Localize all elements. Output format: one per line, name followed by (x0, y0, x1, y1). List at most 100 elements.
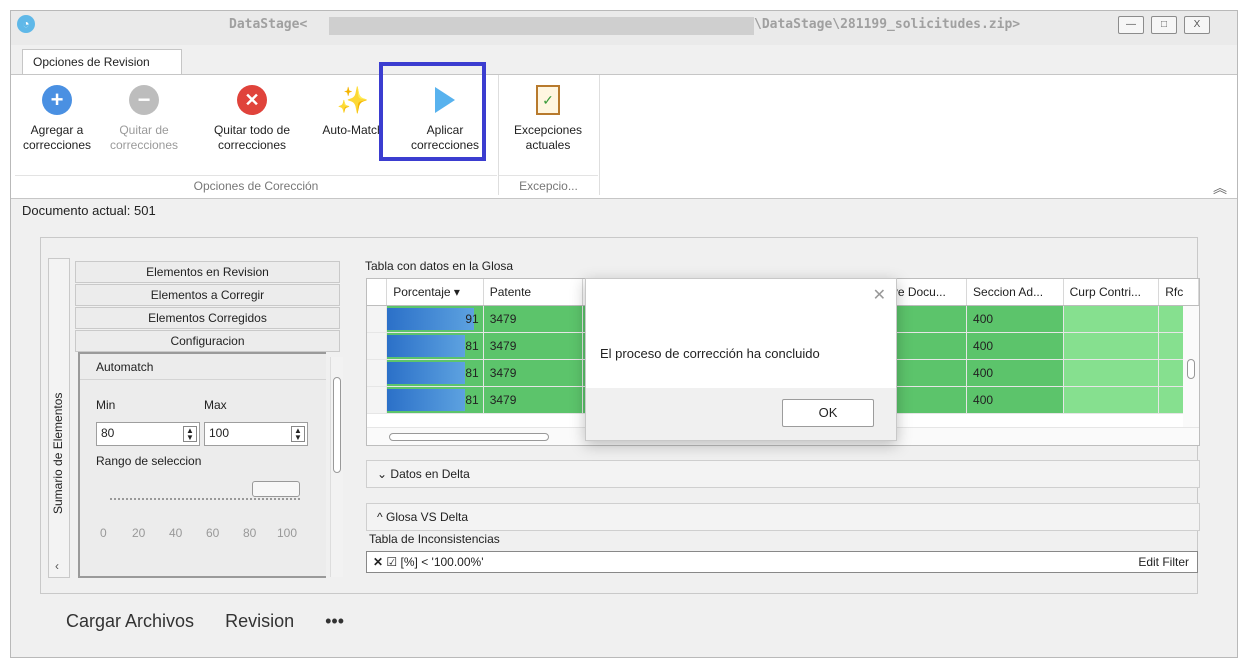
group-label-correction: Opciones de Corección (15, 175, 497, 195)
column-header-patente[interactable]: Patente (483, 279, 583, 306)
min-label: Min (96, 398, 116, 412)
scroll-thumb[interactable] (1187, 359, 1195, 379)
grid-caption: Tabla con datos en la Glosa (365, 259, 514, 273)
filter-bar[interactable]: ✕ ☑ [%] < '100.00%' Edit Filter (366, 551, 1198, 573)
add-to-corrections-button[interactable]: + Agregar a correcciones (17, 83, 97, 153)
section-datos-delta[interactable]: ⌄ Datos en Delta (366, 460, 1200, 488)
row-indicator[interactable] (367, 305, 388, 333)
seccion-cell[interactable]: 400 (966, 332, 1064, 360)
min-spinner[interactable]: 80 ▲ ▼ (96, 422, 200, 446)
maximize-button[interactable]: □ (1151, 16, 1177, 34)
automatch-header[interactable]: Automatch (80, 354, 326, 380)
chevron-left-icon[interactable]: ‹ (55, 559, 59, 573)
ribbon: + Agregar a correcciones − Quitar de cor… (11, 74, 1237, 199)
tick-label: 80 (243, 526, 257, 540)
remove-all-corrections-button[interactable]: ✕ Quitar todo de correcciones (197, 83, 307, 153)
section-glosa-vs-delta[interactable]: ^ Glosa VS Delta (366, 503, 1200, 531)
section-datos-delta-label: Datos en Delta (390, 467, 470, 481)
close-window-button[interactable]: X (1184, 16, 1210, 34)
seccion-cell[interactable]: 400 (966, 386, 1064, 414)
scroll-thumb[interactable] (333, 377, 341, 473)
config-panel: Automatch Min Max 80 ▲ ▼ 100 ▲ ▼ Rango de … (78, 352, 326, 578)
curp-cell[interactable] (1063, 332, 1160, 360)
collapse-ribbon-icon[interactable]: ︽ (1213, 178, 1227, 198)
close-icon[interactable]: ✕ (873, 285, 886, 305)
vertical-tab-label: Sumario de Elementos (51, 392, 65, 514)
minus-icon: − (129, 85, 159, 115)
nav-revision[interactable]: Revision (225, 611, 294, 631)
nav-more-icon[interactable]: ••• (325, 611, 344, 631)
percent-bar (387, 334, 465, 357)
clipboard-check-icon: ✓ (536, 85, 560, 115)
plus-icon: + (42, 85, 72, 115)
window-title-prefix: DataStage< (229, 17, 308, 32)
edit-filter-button[interactable]: Edit Filter (1138, 555, 1189, 569)
seccion-cell[interactable]: 400 (966, 305, 1064, 333)
curp-cell[interactable] (1063, 305, 1160, 333)
percent-value: 81 (465, 338, 479, 353)
apply-button-highlight (379, 62, 486, 161)
row-indicator-header (367, 279, 388, 306)
current-document-label: Documento actual: 501 (22, 203, 156, 218)
spin-arrows-icon[interactable]: ▲ ▼ (183, 426, 197, 442)
sidebar-item-configuracion[interactable]: Configuracion (75, 330, 340, 352)
sidebar-item-a-corregir[interactable]: Elementos a Corregir (75, 284, 340, 306)
grid-vertical-scrollbar[interactable] (1183, 306, 1199, 445)
completion-dialog: ✕ El proceso de corrección ha concluido … (585, 278, 897, 441)
nav-cargar-archivos[interactable]: Cargar Archivos (66, 611, 194, 631)
percent-bar (387, 388, 465, 411)
patente-cell[interactable]: 3479 (483, 359, 583, 387)
percent-value: 81 (465, 365, 479, 380)
dialog-message: El proceso de corrección ha concluido (600, 346, 820, 361)
current-exceptions-button[interactable]: ✓ Excepciones actuales (503, 83, 593, 153)
curp-cell[interactable] (1063, 386, 1160, 414)
tick-label: 100 (277, 526, 298, 540)
percent-cell[interactable]: 81 (386, 359, 484, 387)
row-indicator[interactable] (367, 359, 388, 387)
percent-bar (387, 361, 465, 384)
percent-cell[interactable]: 81 (386, 332, 484, 360)
seccion-cell[interactable]: 400 (966, 359, 1064, 387)
remove-all-corrections-label: Quitar todo de correcciones (213, 123, 291, 152)
max-spinner[interactable]: 100 ▲ ▼ (204, 422, 308, 446)
percent-cell[interactable]: 81 (386, 386, 484, 414)
column-header-curp[interactable]: Curp Contri... (1063, 279, 1160, 306)
column-header-porcentaje[interactable]: Porcentaje ▾ (386, 279, 484, 306)
patente-cell[interactable]: 3479 (483, 386, 583, 414)
minimize-button[interactable]: — (1118, 16, 1144, 34)
remove-from-corrections-button[interactable]: − Quitar de correcciones (109, 83, 179, 153)
filter-enabled-checkbox-icon[interactable]: ☑ (386, 555, 397, 569)
range-slider-selection[interactable] (252, 481, 300, 497)
section-glosa-vs-delta-label: Glosa VS Delta (385, 510, 469, 524)
vertical-tab-summary[interactable]: Sumario de Elementos ‹ (48, 258, 70, 578)
ok-button[interactable]: OK (782, 399, 874, 427)
clear-filter-icon[interactable]: ✕ (373, 555, 383, 569)
bottom-navigation: Cargar Archivos Revision ••• (66, 611, 370, 632)
curp-cell[interactable] (1063, 359, 1160, 387)
tick-label: 0 (100, 526, 107, 540)
max-value: 100 (209, 426, 230, 440)
filter-expression: [%] < '100.00%' (400, 555, 484, 569)
group-label-exceptions: Excepcio... (499, 175, 598, 195)
window-title-suffix: \DataStage\281199_solicitudes.zip> (754, 17, 1021, 32)
spin-arrows-icon[interactable]: ▲ ▼ (291, 426, 305, 442)
row-indicator[interactable] (367, 332, 388, 360)
patente-cell[interactable]: 3479 (483, 305, 583, 333)
range-slider-track[interactable] (110, 498, 300, 500)
close-icon: ✕ (237, 85, 267, 115)
scroll-thumb[interactable] (389, 433, 549, 441)
chevron-up-icon: ^ (377, 510, 383, 524)
column-header-rfc[interactable]: Rfc (1158, 279, 1199, 306)
percent-cell[interactable]: 91 (386, 305, 484, 333)
sidebar-item-corregidos[interactable]: Elementos Corregidos (75, 307, 340, 329)
min-value: 80 (101, 426, 115, 440)
percent-bar (387, 307, 475, 330)
patente-cell[interactable]: 3479 (483, 332, 583, 360)
sort-desc-icon: ▾ (453, 284, 460, 299)
sidebar-item-en-revision[interactable]: Elementos en Revision (75, 261, 340, 283)
tab-opciones-revision[interactable]: Opciones de Revision (22, 49, 182, 75)
row-indicator[interactable] (367, 386, 388, 414)
column-header-seccion[interactable]: Seccion Ad... (966, 279, 1064, 306)
config-scrollbar[interactable] (330, 357, 343, 577)
max-label: Max (204, 398, 227, 412)
